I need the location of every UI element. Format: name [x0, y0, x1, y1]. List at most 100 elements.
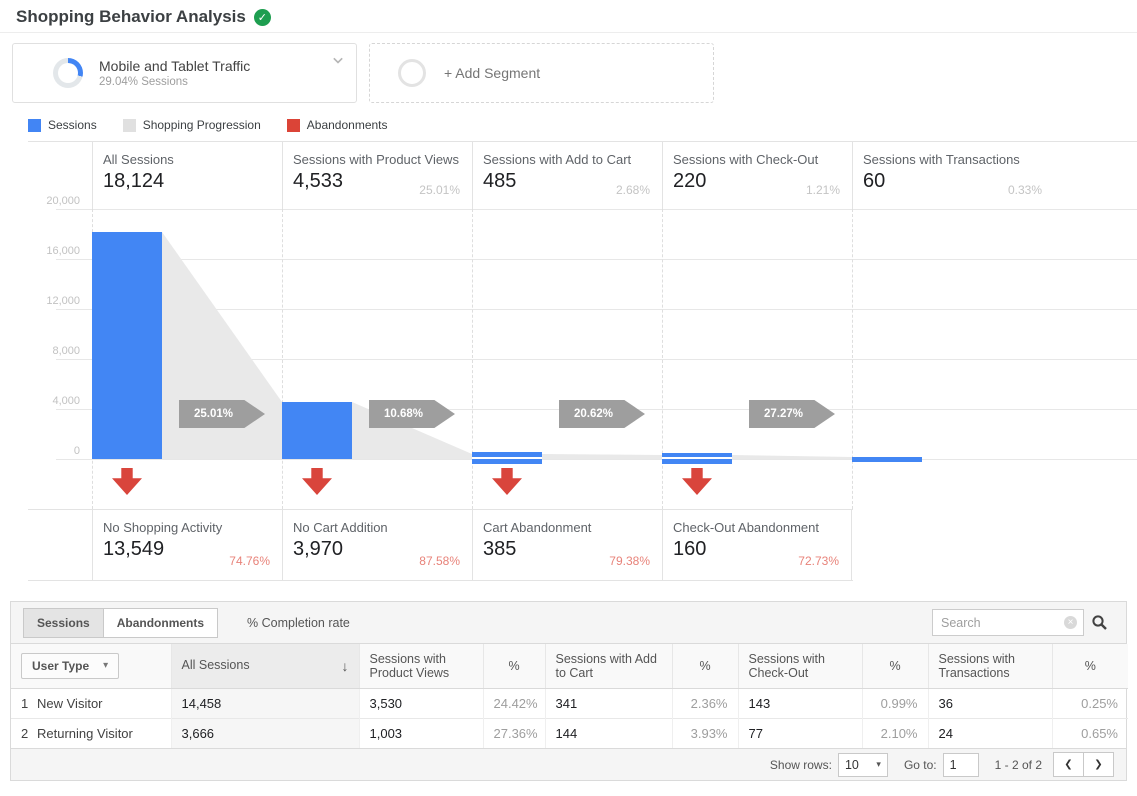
- donut-chart-icon: [53, 58, 83, 88]
- row-dimension: New Visitor: [37, 695, 103, 711]
- table-cell: 143: [737, 687, 862, 718]
- legend-swatch-gray: [122, 118, 136, 132]
- table-cell: 3.93%: [671, 717, 738, 748]
- legend-swatch-red: [286, 118, 300, 132]
- gridline: [56, 459, 1137, 460]
- y-axis-tick: 12,000: [46, 295, 80, 307]
- legend-item-abandonments: Abandonments: [286, 118, 388, 132]
- data-table-section: Sessions Abandonments % Completion rate …: [10, 601, 1128, 781]
- segment-bar: Mobile and Tablet Traffic 29.04% Session…: [12, 43, 1137, 103]
- goto-page-input[interactable]: [942, 752, 979, 777]
- table-cell: 0.25%: [1051, 687, 1128, 718]
- progression-rate-label: 20.62%: [574, 408, 614, 420]
- add-segment-button[interactable]: + Add Segment: [369, 43, 714, 103]
- y-axis-tick: 20,000: [46, 195, 80, 207]
- abandonment-arrow-icon: [492, 468, 522, 495]
- stage-header-all-sessions: All Sessions 18,124: [92, 142, 282, 209]
- add-segment-label: + Add Segment: [444, 65, 541, 81]
- table-cell: 24.42%: [482, 687, 545, 718]
- progression-rate-label: 25.01%: [194, 408, 234, 420]
- row-dimension-cell: 1 New Visitor: [11, 687, 171, 718]
- table-toolbar: Sessions Abandonments % Completion rate …: [11, 602, 1126, 644]
- legend-swatch-blue: [28, 118, 41, 132]
- tab-sessions[interactable]: Sessions: [23, 607, 104, 638]
- session-bar-product-views[interactable]: [282, 402, 352, 459]
- stage-percent: 25.01%: [419, 183, 460, 197]
- user-type-label: User Type: [32, 658, 90, 673]
- table-cell: 2.10%: [861, 717, 928, 748]
- stage-value: 18,124: [103, 170, 165, 192]
- next-page-button[interactable]: ❯: [1083, 752, 1114, 777]
- y-axis-tick: 0: [73, 445, 80, 457]
- page-title: Shopping Behavior Analysis: [16, 7, 246, 26]
- table-cell: 0.99%: [861, 687, 928, 718]
- table-row: 2 Returning Visitor 3,666 1,003 27.36% 14…: [11, 717, 1128, 748]
- y-axis-tick: 16,000: [46, 245, 80, 257]
- stage-label: Sessions with Transactions: [863, 152, 1020, 167]
- abandonment-label: No Cart Addition: [293, 520, 388, 535]
- stage-percent: 1.21%: [805, 183, 840, 197]
- column-header-add-to-cart[interactable]: Sessions with Add to Cart: [544, 644, 672, 689]
- stage-header-transactions: Sessions with Transactions 60 0.33%: [852, 142, 1137, 209]
- abandonment-arrow-icon: [302, 468, 332, 495]
- chevron-right-icon: ❯: [1094, 759, 1103, 770]
- search-input[interactable]: [932, 609, 1084, 636]
- stage-label: Sessions with Check-Out: [673, 152, 819, 167]
- stage-header-product-views: Sessions with Product Views 4,533 25.01%: [282, 142, 472, 209]
- row-index: 1: [21, 695, 29, 711]
- report-header: Shopping Behavior Analysis ✓: [0, 0, 1137, 33]
- prev-page-button[interactable]: ❮: [1053, 752, 1084, 777]
- abandonment-card-checkout: Check-Out Abandonment 160 72.73%: [662, 510, 852, 580]
- chevron-down-icon[interactable]: [328, 50, 348, 70]
- abandonment-percent: 72.73%: [798, 554, 839, 568]
- column-header-transactions[interactable]: Sessions with Transactions: [927, 644, 1052, 689]
- column-header-percent[interactable]: %: [861, 644, 928, 689]
- column-header-product-views[interactable]: Sessions with Product Views: [358, 644, 483, 689]
- search-icon: [1091, 615, 1107, 630]
- column-header-check-out[interactable]: Sessions with Check-Out: [737, 644, 862, 689]
- user-type-dropdown[interactable]: User Type ▾: [21, 652, 120, 679]
- table-cell: 36: [927, 687, 1052, 718]
- row-index: 2: [21, 725, 29, 741]
- column-header-percent[interactable]: %: [482, 644, 545, 689]
- stage-label: Sessions with Product Views: [293, 152, 459, 167]
- session-bar-all-sessions[interactable]: [92, 232, 162, 459]
- column-header-percent[interactable]: %: [671, 644, 738, 689]
- chevron-left-icon: ❮: [1064, 759, 1073, 770]
- row-dimension: Returning Visitor: [37, 725, 133, 741]
- segment-name: Mobile and Tablet Traffic: [99, 58, 251, 74]
- column-header-percent[interactable]: %: [1051, 644, 1128, 689]
- circle-ring-icon: [398, 59, 426, 87]
- session-bar-transactions[interactable]: [852, 457, 922, 462]
- show-rows-select[interactable]: 10 ▾: [837, 752, 888, 777]
- legend-item-progression: Shopping Progression: [122, 118, 261, 132]
- legend-label: Sessions: [48, 118, 97, 132]
- legend-label: Shopping Progression: [142, 118, 261, 132]
- table-cell: 14,458: [170, 687, 359, 718]
- table-cell: 3,530: [358, 687, 483, 718]
- abandonment-arrow-icon: [112, 468, 142, 495]
- stage-value: 60: [863, 170, 886, 192]
- abandonment-label: Check-Out Abandonment: [673, 520, 819, 535]
- table-cell: 77: [737, 717, 862, 748]
- completion-rate-toggle[interactable]: % Completion rate: [247, 616, 350, 630]
- chart-legend: Sessions Shopping Progression Abandonmen…: [28, 118, 1137, 132]
- stage-percent: 0.33%: [1007, 183, 1042, 197]
- column-header-all-sessions[interactable]: All Sessions ↓: [170, 644, 359, 689]
- abandonment-card-cart: Cart Abandonment 385 79.38%: [472, 510, 662, 580]
- progression-rate-label: 27.27%: [764, 408, 804, 420]
- abandonment-label: No Shopping Activity: [103, 520, 223, 535]
- table-cell: 0.65%: [1051, 717, 1128, 748]
- goto-label: Go to:: [903, 757, 937, 772]
- tab-abandonments[interactable]: Abandonments: [102, 607, 219, 638]
- legend-label: Abandonments: [306, 118, 388, 132]
- dropdown-arrow-icon: ▾: [103, 660, 109, 672]
- session-bar-add-to-cart[interactable]: [472, 452, 542, 464]
- segment-subtitle: 29.04% Sessions: [99, 76, 188, 88]
- session-bar-check-out[interactable]: [662, 453, 732, 464]
- search-button[interactable]: [1084, 609, 1114, 637]
- sort-descending-icon: ↓: [341, 657, 349, 674]
- table-cell: 27.36%: [482, 717, 545, 748]
- segment-card[interactable]: Mobile and Tablet Traffic 29.04% Session…: [12, 43, 357, 103]
- clear-icon[interactable]: ×: [1064, 616, 1077, 629]
